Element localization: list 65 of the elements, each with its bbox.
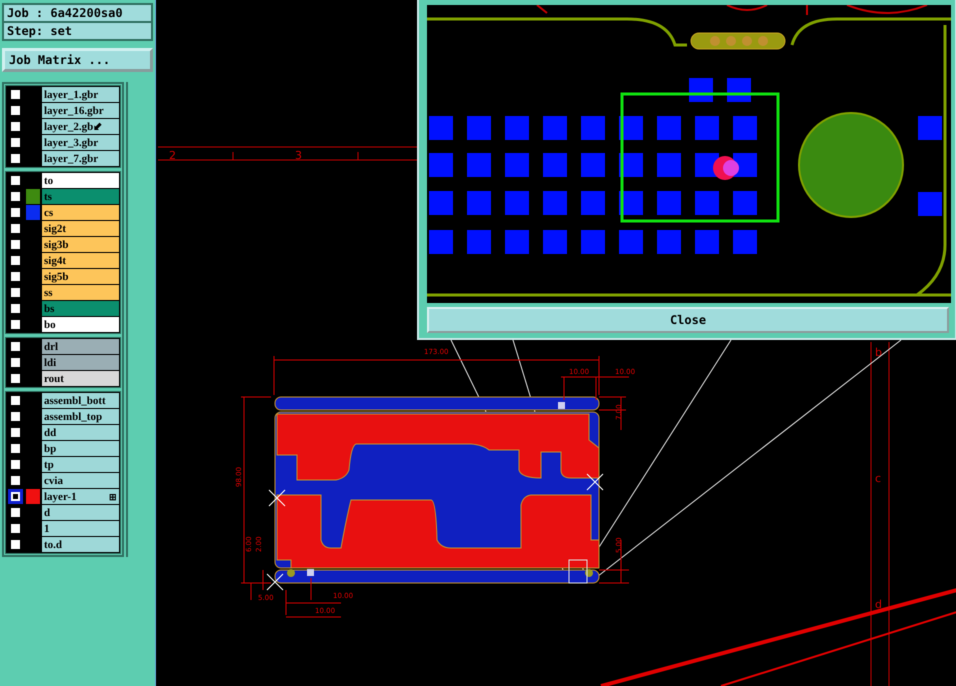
layer-checkbox[interactable] <box>9 302 22 315</box>
layer-name[interactable]: bp <box>42 441 120 456</box>
layer-name[interactable]: to <box>42 173 120 188</box>
layer-checkbox[interactable] <box>9 394 22 407</box>
layer-name[interactable]: cs <box>42 205 120 220</box>
layer-checkbox[interactable] <box>9 136 22 149</box>
layer-name[interactable]: dd <box>42 425 120 440</box>
layer-checkbox[interactable] <box>9 270 22 283</box>
layer-name[interactable]: ss <box>42 285 120 300</box>
ruler-label: c <box>875 472 882 485</box>
layer-checkbox[interactable] <box>9 206 22 219</box>
layer-name[interactable]: 1 <box>42 521 120 536</box>
layer-checkbox[interactable] <box>9 174 22 187</box>
layer-checkbox[interactable] <box>9 152 22 165</box>
layer-name[interactable]: rout <box>42 371 120 386</box>
close-button[interactable]: Close <box>427 307 949 333</box>
layer-name[interactable]: layer_16.gbr <box>42 103 120 118</box>
layer-checkbox[interactable] <box>9 538 22 551</box>
layer-name[interactable]: drl <box>42 339 120 354</box>
layer-name[interactable]: layer-1 ⊞ <box>42 489 120 504</box>
layer-checkbox[interactable] <box>9 254 22 267</box>
layer-name[interactable]: d <box>42 505 120 520</box>
ruler-label: d <box>875 598 882 611</box>
layer-checkbox[interactable] <box>9 238 22 251</box>
layer-name[interactable]: to.d <box>42 537 120 552</box>
layer-name[interactable]: tp <box>42 457 120 472</box>
job-matrix-button[interactable]: Job Matrix ... <box>2 48 153 72</box>
job-name: Job : 6a42200sa0 <box>4 5 151 21</box>
layer-checkbox[interactable] <box>9 356 22 369</box>
layer-name[interactable]: layer_7.gbr <box>42 151 120 166</box>
layer-checkbox[interactable] <box>9 286 22 299</box>
layer-name[interactable]: layer_1.gbr <box>42 87 120 102</box>
layer-name[interactable]: layer_3.gbr <box>42 135 120 150</box>
layer-name[interactable]: assembl_bott <box>42 393 120 408</box>
layer-name[interactable]: sig3b <box>42 237 120 252</box>
layer-checkbox[interactable] <box>9 426 22 439</box>
layer-name[interactable]: sig2t <box>42 221 120 236</box>
layer-checkbox[interactable] <box>9 340 22 353</box>
ruler-label: 2 <box>169 149 176 162</box>
layer-name[interactable]: ldi <box>42 355 120 370</box>
layer-checkbox[interactable] <box>9 458 22 471</box>
layer-name[interactable]: layer_2.gb⬋ <box>42 119 120 134</box>
layer-checkbox[interactable] <box>9 104 22 117</box>
ruler-label: 3 <box>295 149 302 162</box>
layer-name[interactable]: assembl_top <box>42 409 120 424</box>
layer-name[interactable]: bo <box>42 317 120 332</box>
layer-name[interactable]: cvia <box>42 473 120 488</box>
ruler-label: b <box>875 346 882 359</box>
layer-checkbox[interactable] <box>9 474 22 487</box>
layer-name[interactable]: ts <box>42 189 120 204</box>
layer-checkbox[interactable] <box>9 318 22 331</box>
layer-checkbox[interactable] <box>9 190 22 203</box>
layer-checkbox[interactable] <box>9 410 22 423</box>
layer-checkbox[interactable] <box>9 372 22 385</box>
layer-checkbox[interactable] <box>9 88 22 101</box>
layer-checkbox[interactable] <box>9 506 22 519</box>
layer-checkbox[interactable] <box>9 522 22 535</box>
layer-checkbox[interactable] <box>9 222 22 235</box>
layer-checkbox[interactable] <box>9 490 22 503</box>
layer-name[interactable]: sig4t <box>42 253 120 268</box>
step-name: Step: set <box>4 23 151 39</box>
layer-checkbox[interactable] <box>9 442 22 455</box>
layer-checkbox[interactable] <box>9 120 22 133</box>
layer-name[interactable]: sig5b <box>42 269 120 284</box>
layer-name[interactable]: bs <box>42 301 120 316</box>
